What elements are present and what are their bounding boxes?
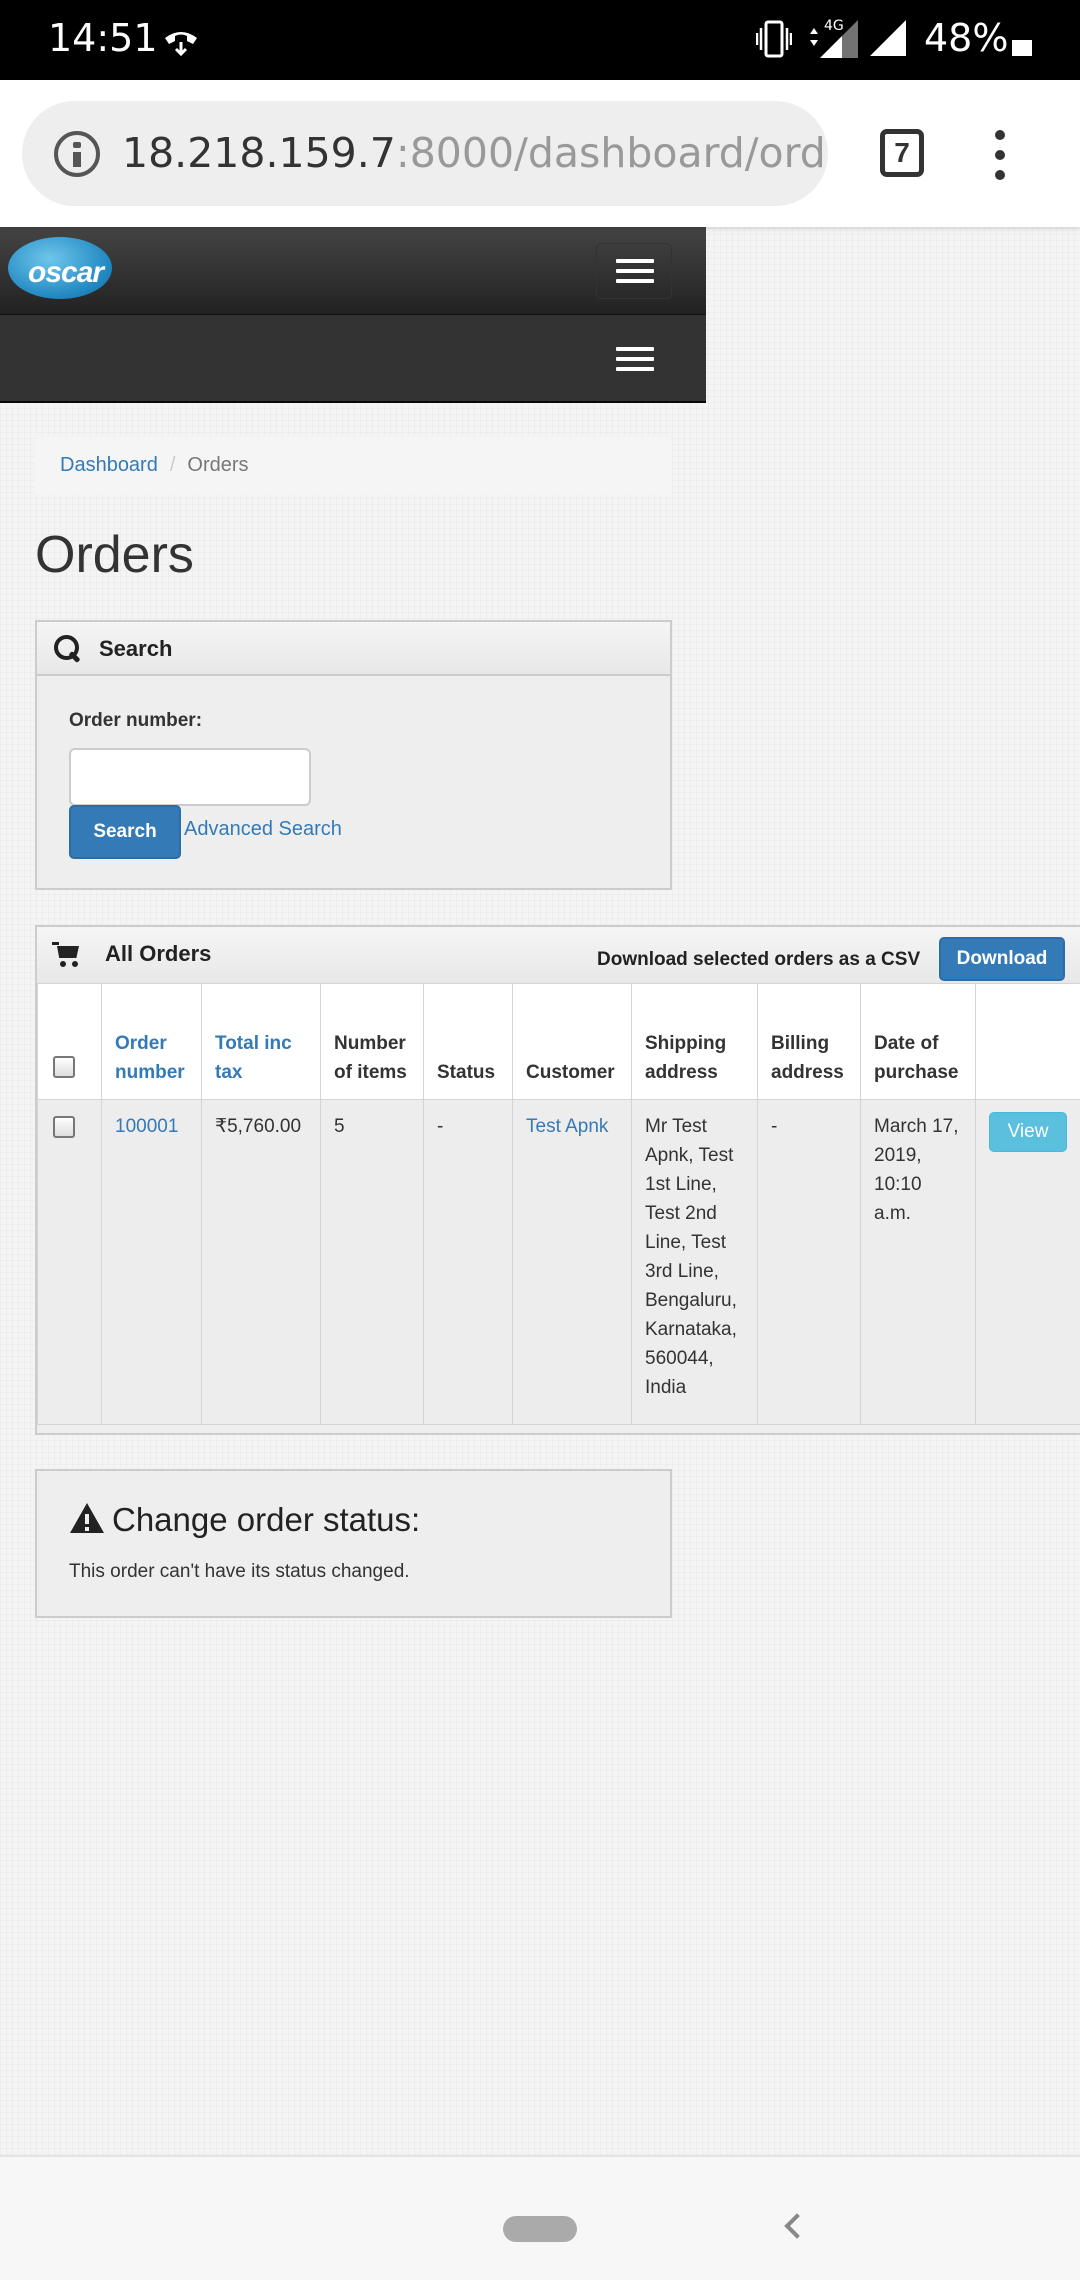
column-header: Date of purchase — [860, 983, 976, 1100]
secondary-menu-toggle-button[interactable] — [596, 331, 672, 387]
svg-text:4G: 4G — [824, 18, 844, 34]
sort-total-link[interactable]: Total inc tax — [215, 1033, 292, 1083]
order-number-label: Order number: — [69, 710, 203, 731]
column-header: Shipping address — [631, 983, 758, 1100]
customer-link[interactable]: Test Apnk — [526, 1116, 608, 1137]
table-row: 100001 ₹5,760.00 5 - Test Apnk Mr Test A… — [37, 1099, 1080, 1425]
total-cell: ₹5,760.00 — [201, 1099, 321, 1425]
secondary-navbar — [0, 315, 706, 403]
download-csv-label: Download selected orders as a CSV — [597, 949, 921, 970]
orders-panel-title: All Orders — [105, 941, 212, 966]
info-icon[interactable] — [54, 131, 100, 177]
status-bar: 14:51 4G 48% — [0, 0, 1080, 80]
view-order-button[interactable]: View — [989, 1112, 1067, 1152]
orders-panel: All Orders Download selected orders as a… — [35, 925, 1080, 1435]
browser-menu-icon[interactable] — [995, 130, 1007, 180]
back-chevron-icon[interactable] — [784, 2213, 810, 2239]
status-cell: - — [423, 1099, 513, 1425]
call-end-icon — [165, 32, 197, 56]
order-number-cell: 100001 — [101, 1099, 202, 1425]
customer-cell: Test Apnk — [512, 1099, 632, 1425]
url-text[interactable]: 18.218.159.7:8000/dashboard/orde — [122, 129, 822, 177]
actions-cell: View — [975, 1099, 1080, 1425]
select-all-checkbox[interactable] — [53, 1056, 75, 1078]
column-header: Status — [423, 983, 513, 1100]
download-button[interactable]: Download — [939, 937, 1065, 981]
change-status-panel: Change order status: This order can't ha… — [35, 1469, 672, 1618]
home-gesture-pill[interactable] — [503, 2216, 577, 2242]
tab-switcher-button[interactable]: 7 — [880, 129, 924, 177]
actions-column-header — [975, 983, 1080, 1100]
search-panel-header: Search — [37, 622, 670, 676]
date-cell: March 17, 2019, 10:10 a.m. — [860, 1099, 976, 1425]
column-header: Customer — [512, 983, 632, 1100]
row-select-cell — [37, 1099, 102, 1425]
column-header: Number of items — [320, 983, 424, 1100]
column-header: Order number — [101, 983, 202, 1100]
order-number-link[interactable]: 100001 — [115, 1116, 178, 1137]
order-number-input[interactable] — [69, 748, 311, 806]
page-title: Orders — [35, 526, 194, 584]
signal-icon — [870, 20, 906, 56]
billing-address-cell: - — [757, 1099, 861, 1425]
browser-toolbar: 18.218.159.7:8000/dashboard/orde 7 — [0, 80, 1080, 227]
search-panel: Search Order number: Search Advanced Sea… — [35, 620, 672, 890]
breadcrumb-dashboard-link[interactable]: Dashboard — [60, 454, 158, 476]
address-bar[interactable]: 18.218.159.7:8000/dashboard/orde — [22, 101, 828, 206]
orders-table: Order number Total inc tax Number of ite… — [37, 983, 1080, 1425]
orders-panel-header: All Orders Download selected orders as a… — [37, 927, 1080, 985]
orders-table-container: Order number Total inc tax Number of ite… — [37, 983, 1080, 1425]
oscar-logo[interactable]: oscar — [8, 237, 112, 299]
breadcrumb: Dashboard / Orders — [35, 437, 672, 495]
top-navbar: oscar — [0, 227, 706, 315]
logo-text: oscar — [28, 256, 104, 289]
column-header: Total inc tax — [201, 983, 321, 1100]
search-icon — [54, 635, 80, 661]
signal-4g-icon: 4G — [810, 18, 858, 58]
shipping-address-cell: Mr Test Apnk, Test 1st Line, Test 2nd Li… — [631, 1099, 758, 1425]
sort-order-number-link[interactable]: Order number — [115, 1033, 185, 1083]
change-status-message: This order can't have its status changed… — [69, 1561, 410, 1582]
table-header-row: Order number Total inc tax Number of ite… — [37, 983, 1080, 1100]
select-all-cell — [37, 983, 102, 1100]
breadcrumb-current: Orders — [187, 454, 249, 476]
column-header: Billing address — [757, 983, 861, 1100]
row-checkbox[interactable] — [53, 1116, 75, 1138]
change-status-title: Change order status: — [112, 1501, 421, 1538]
search-panel-title: Search — [99, 636, 173, 661]
battery-percent: 48% — [924, 16, 1009, 60]
advanced-search-link[interactable]: Advanced Search — [184, 818, 342, 841]
search-button[interactable]: Search — [69, 805, 181, 859]
shopping-cart-icon — [52, 942, 82, 968]
breadcrumb-separator: / — [169, 454, 176, 476]
status-time: 14:51 — [48, 16, 158, 60]
battery-icon — [1012, 40, 1032, 56]
items-cell: 5 — [320, 1099, 424, 1425]
vibrate-icon — [756, 20, 792, 58]
system-navigation-bar — [0, 2155, 1080, 2280]
menu-toggle-button[interactable] — [596, 243, 672, 299]
